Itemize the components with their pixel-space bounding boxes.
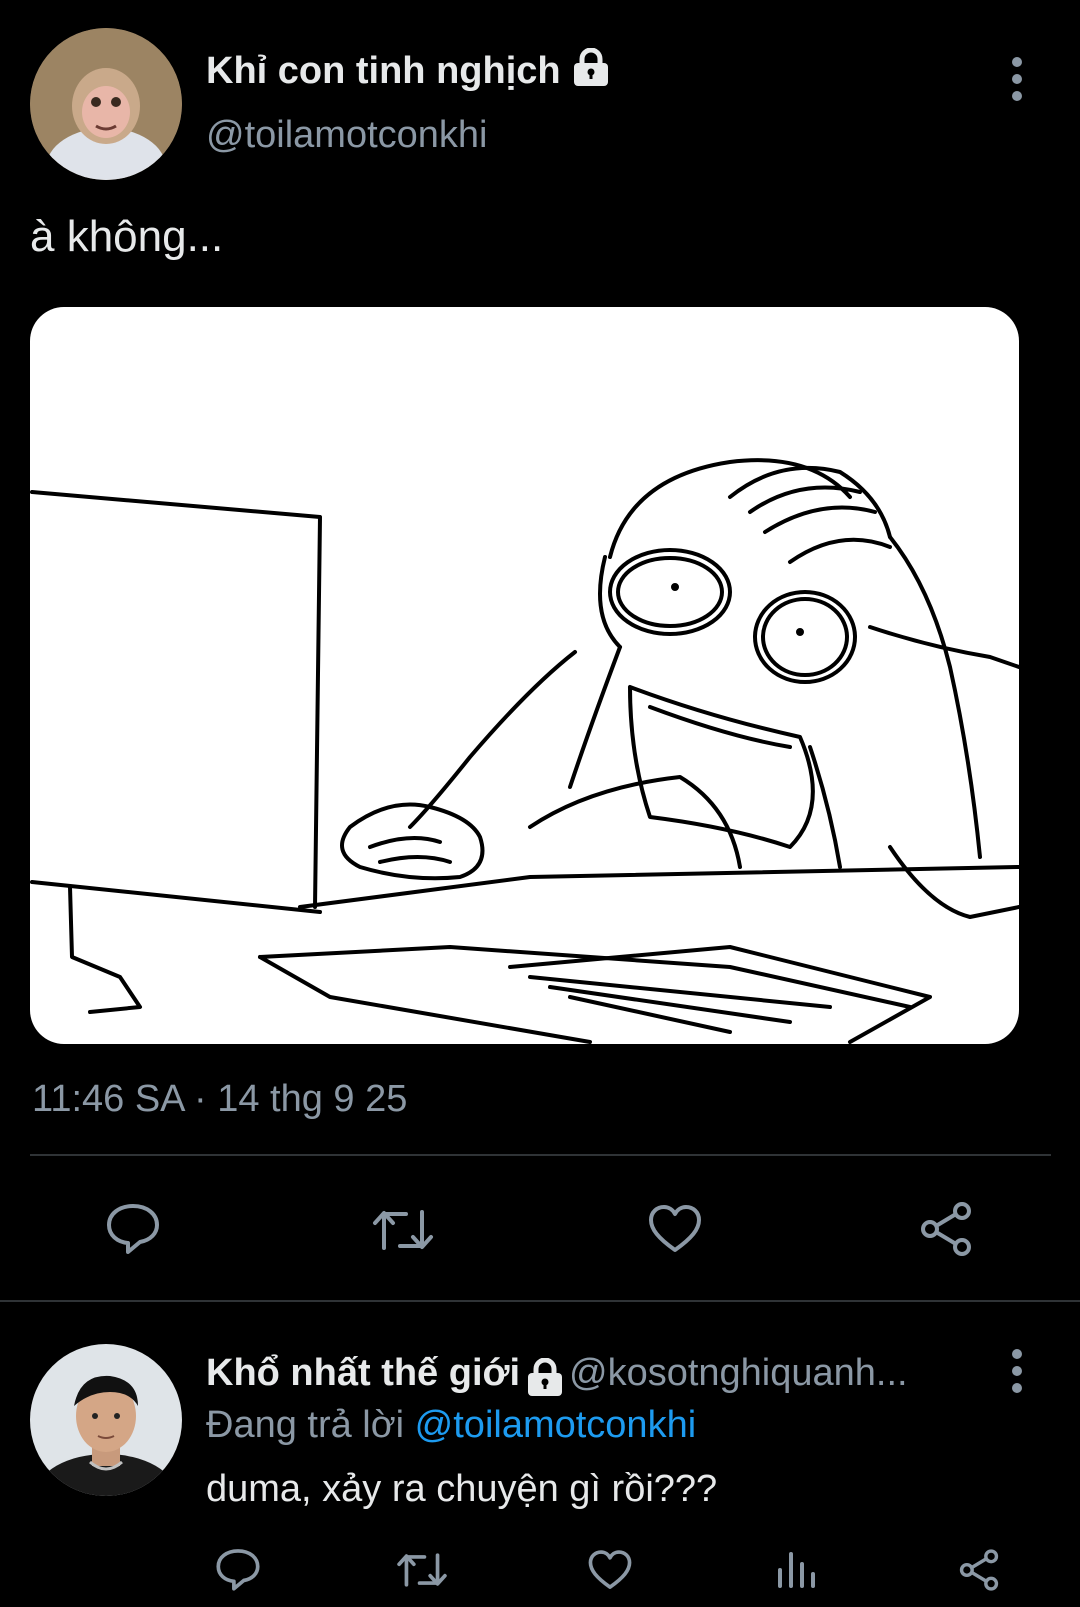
author-handle[interactable]: @toilamotconkhi xyxy=(206,114,487,157)
tweet-timestamp[interactable]: 11:46 SA · 14 thg 9 25 xyxy=(32,1078,407,1121)
replying-to-handle[interactable]: @toilamotconkhi xyxy=(415,1404,696,1446)
reply-more-icon[interactable] xyxy=(1002,1346,1032,1396)
reply-author-handle[interactable]: @kosotnghiquanh... xyxy=(569,1352,908,1394)
tweet-date: 14 thg 9 25 xyxy=(217,1078,408,1120)
like-icon[interactable] xyxy=(646,1202,704,1256)
more-icon[interactable] xyxy=(1002,54,1032,104)
divider-top xyxy=(30,1154,1051,1156)
author-name[interactable]: Khỉ con tinh nghịch xyxy=(206,47,611,98)
tweet-text: à không... xyxy=(30,212,224,261)
views-icon[interactable] xyxy=(774,1548,818,1592)
meta-separator: · xyxy=(194,1078,207,1120)
author-name-text[interactable]: Khỉ con tinh nghịch xyxy=(206,50,561,92)
author-avatar[interactable] xyxy=(30,28,182,180)
divider-bottom xyxy=(0,1300,1080,1302)
reply-reply-icon[interactable] xyxy=(214,1546,262,1592)
reply-header: Khổ nhất thế giới @kosotnghiquanh... xyxy=(206,1352,908,1403)
lock-icon xyxy=(571,47,611,98)
reply-retweet-icon[interactable] xyxy=(395,1548,449,1592)
reply-like-icon[interactable] xyxy=(586,1548,634,1592)
lock-icon xyxy=(525,1357,565,1403)
reply-text: duma, xảy ra chuyện gì rồi??? xyxy=(206,1468,718,1510)
reply-author-name[interactable]: Khổ nhất thế giới xyxy=(206,1352,520,1394)
reply-author-avatar[interactable] xyxy=(30,1344,182,1496)
retweet-icon[interactable] xyxy=(370,1204,436,1256)
replying-to-label: Đang trả lời xyxy=(206,1404,405,1446)
tweet-media-image[interactable] xyxy=(30,307,1019,1044)
replying-to: Đang trả lời @toilamotconkhi xyxy=(206,1404,696,1447)
reply-share-icon[interactable] xyxy=(956,1548,1002,1592)
tweet-time: 11:46 SA xyxy=(32,1078,184,1120)
reply-icon[interactable] xyxy=(104,1200,162,1256)
share-icon[interactable] xyxy=(916,1200,976,1258)
meme-drawing xyxy=(30,458,1019,1044)
